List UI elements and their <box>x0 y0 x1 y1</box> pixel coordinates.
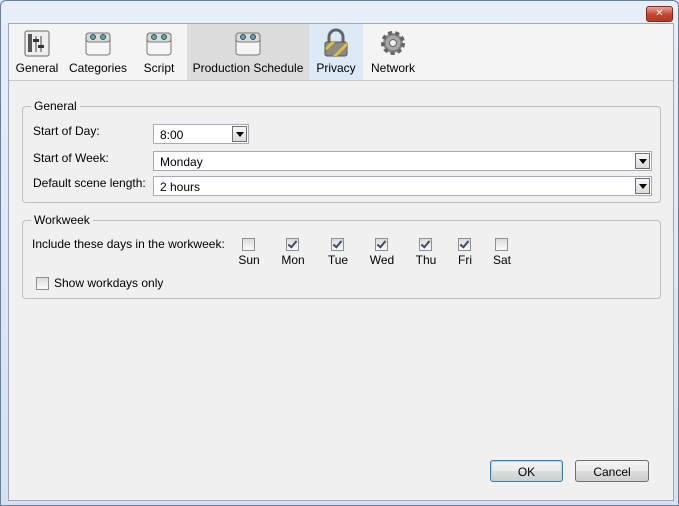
day-checkbox-fri[interactable] <box>458 238 471 251</box>
start-of-week-label: Start of Week: <box>33 151 109 165</box>
day-checkbox-sat[interactable] <box>495 238 508 251</box>
start-of-day-value: 8:00 <box>160 128 184 142</box>
chevron-down-icon[interactable] <box>635 178 650 194</box>
general-group-title: General <box>31 99 80 113</box>
ok-button[interactable]: OK <box>490 460 563 482</box>
categories-icon <box>85 32 111 56</box>
day-label-tue: Tue <box>327 253 349 267</box>
day-label-mon: Mon <box>281 253 305 267</box>
day-checkbox-mon[interactable] <box>286 238 299 251</box>
cancel-button[interactable]: Cancel <box>575 460 649 482</box>
day-checkbox-sun[interactable] <box>242 238 255 251</box>
tab-general[interactable]: General <box>9 24 65 80</box>
tab-network[interactable]: Network <box>363 24 423 80</box>
start-of-day-select[interactable]: 8:00 <box>153 124 249 144</box>
tab-script[interactable]: Script <box>131 24 187 80</box>
day-checkbox-tue[interactable] <box>331 238 344 251</box>
production-schedule-icon <box>235 32 261 56</box>
dialog-client-area: General Categories Script Production Sch… <box>8 23 674 501</box>
padlock-icon <box>324 28 348 57</box>
close-button[interactable]: ✕ <box>646 6 673 22</box>
day-label-wed: Wed <box>369 253 395 267</box>
tab-categories-label: Categories <box>68 61 128 75</box>
day-label-sun: Sun <box>238 253 260 267</box>
tab-network-label: Network <box>370 61 415 75</box>
script-icon <box>146 32 172 56</box>
day-checkbox-thu[interactable] <box>419 238 432 251</box>
tab-privacy[interactable]: Privacy <box>309 24 363 80</box>
tab-general-label: General <box>15 61 59 75</box>
default-scene-length-label: Default scene length: <box>33 176 146 190</box>
workweek-group-title: Workweek <box>31 213 93 227</box>
preferences-window: ✕ General Categories Script Production S… <box>0 0 679 506</box>
default-scene-length-value: 2 hours <box>160 180 201 194</box>
general-groupbox: General Start of Day: 8:00 Start of Week… <box>22 99 661 203</box>
day-label-thu: Thu <box>415 253 437 267</box>
gear-icon <box>381 31 405 55</box>
tab-production-schedule[interactable]: Production Schedule <box>187 24 309 80</box>
day-label-sat: Sat <box>492 253 511 267</box>
tab-script-label: Script <box>143 61 175 75</box>
preferences-toolbar: General Categories Script Production Sch… <box>9 24 673 81</box>
start-of-week-select[interactable]: Monday <box>153 151 652 171</box>
close-icon: ✕ <box>655 8 664 19</box>
tab-categories[interactable]: Categories <box>65 24 131 80</box>
chevron-down-icon[interactable] <box>232 126 247 142</box>
chevron-down-icon[interactable] <box>635 153 650 169</box>
day-checkbox-wed[interactable] <box>375 238 388 251</box>
day-label-fri: Fri <box>458 253 472 267</box>
show-workdays-only-label: Show workdays only <box>54 276 164 290</box>
start-of-week-value: Monday <box>160 155 203 169</box>
general-prefs-icon <box>24 30 50 57</box>
tab-privacy-label: Privacy <box>316 61 356 75</box>
tab-production-schedule-label: Production Schedule <box>192 61 304 75</box>
show-workdays-only-checkbox[interactable] <box>36 277 49 290</box>
start-of-day-label: Start of Day: <box>33 124 100 138</box>
workweek-groupbox: Workweek Include these days in the workw… <box>22 213 661 299</box>
default-scene-length-select[interactable]: 2 hours <box>153 176 652 196</box>
include-days-label: Include these days in the workweek: <box>32 237 225 251</box>
